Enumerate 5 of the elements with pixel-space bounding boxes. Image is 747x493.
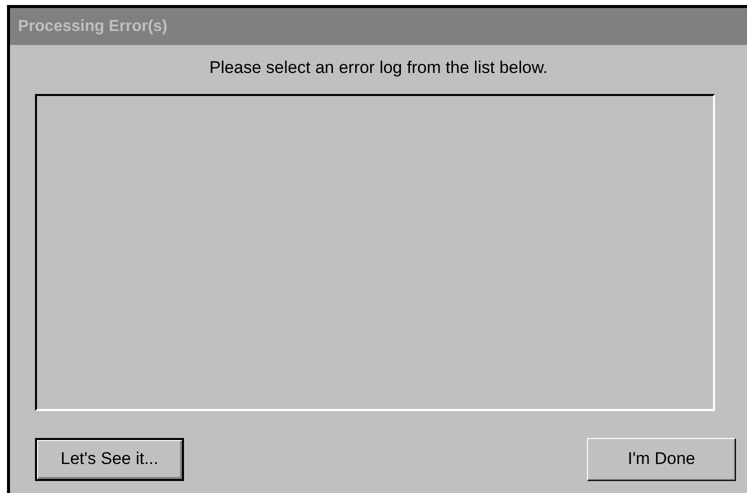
dialog-button[interactable]: Let's See it... xyxy=(35,438,184,480)
window-title: Processing Error(s) xyxy=(18,16,168,36)
instruction-text: Please select an error log from the list below. xyxy=(209,57,548,79)
dialog-button[interactable]: I'm Done xyxy=(587,438,736,480)
error-log-list[interactable] xyxy=(35,94,715,410)
